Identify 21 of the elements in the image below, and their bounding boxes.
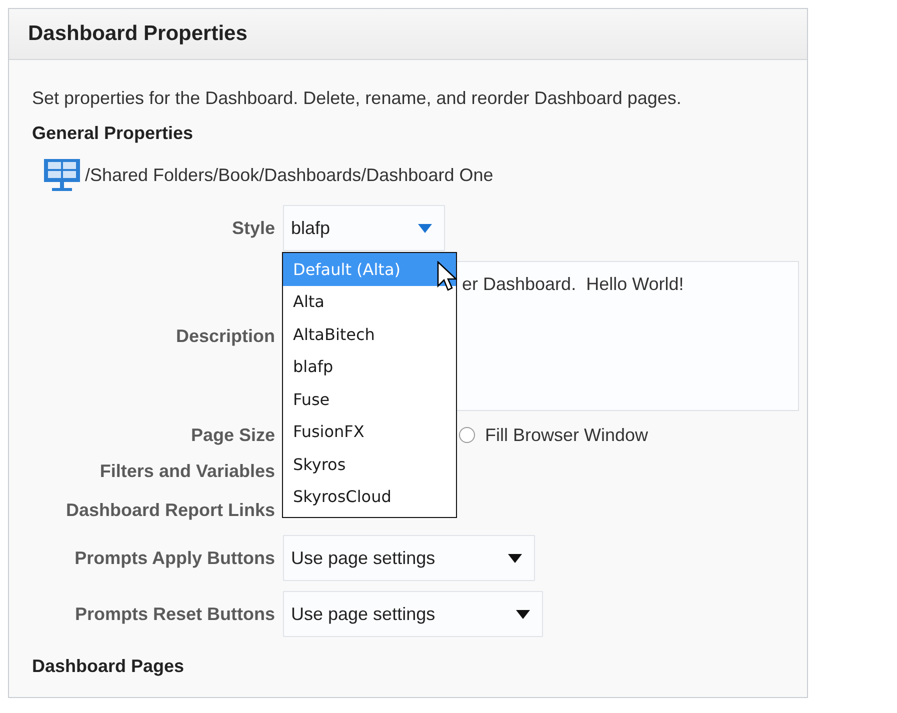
prompts-dropdown[interactable]: Use page settings [283,535,535,581]
caret-icon [516,610,530,618]
field-label: Filters and Variables [98,460,275,482]
caret-icon [418,224,432,232]
field-label: Style [230,218,275,238]
field-label: Description [174,326,275,346]
section-heading: General Properties [32,123,194,144]
field-label: Prompts Apply Buttons [74,548,275,568]
prompts-dropdown[interactable]: Use page settings [283,591,543,637]
section-heading: Dashboard Pages [32,656,186,677]
intro-text: Set properties for the Dashboard. Delete, rename, and reorder Dashboard pages. [32,88,682,109]
style-dropdown[interactable]: blafp [283,205,445,251]
field-label: Dashboard Report Links [64,500,275,520]
field-label: Prompts Reset Buttons [74,604,275,624]
monitor-icon [43,158,81,192]
caret-icon [508,554,522,562]
dashboard-path: /Shared Folders/Book/Dashboards/Dashboard One [85,164,494,186]
field-label: Page Size [190,424,275,446]
radio-button[interactable] [459,427,475,443]
panel-title: Dashboard Properties [28,22,248,46]
radio-label: Fill Browser Window [485,424,648,446]
